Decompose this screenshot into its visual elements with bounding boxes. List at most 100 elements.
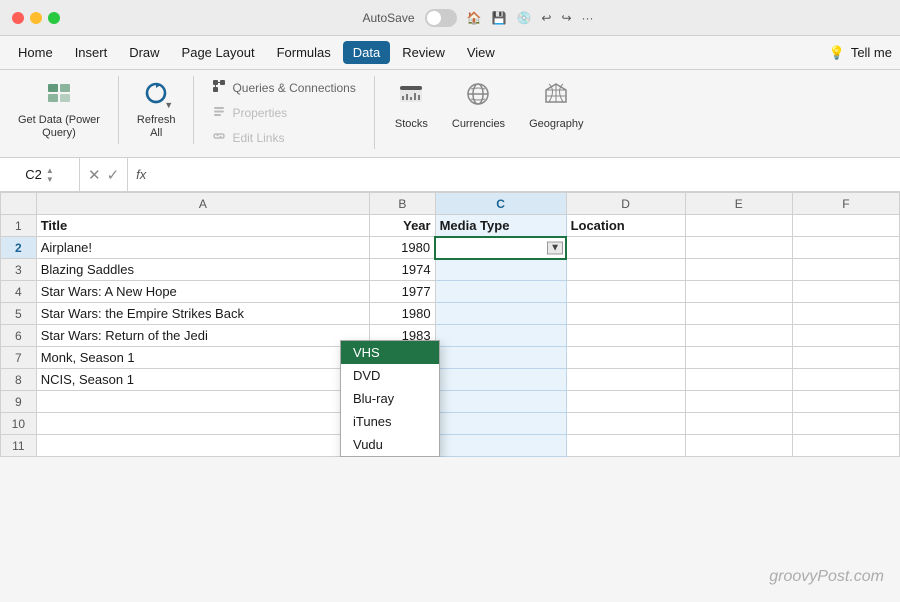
cell-e3[interactable]	[685, 259, 792, 281]
col-header-c[interactable]: C	[435, 193, 566, 215]
menu-home[interactable]: Home	[8, 41, 63, 64]
cell-a4[interactable]: Star Wars: A New Hope	[36, 281, 369, 303]
cell-b3[interactable]: 1974	[370, 259, 435, 281]
cell-e4[interactable]	[685, 281, 792, 303]
menu-data[interactable]: Data	[343, 41, 390, 64]
cell-d7[interactable]	[566, 347, 685, 369]
dropdown-item-dvd[interactable]: DVD	[341, 364, 439, 387]
cell-c11[interactable]	[435, 435, 566, 457]
close-button[interactable]	[12, 12, 24, 24]
undo-icon[interactable]: ↩	[541, 11, 551, 25]
menu-insert[interactable]: Insert	[65, 41, 118, 64]
cell-f6[interactable]	[792, 325, 899, 347]
cell-a3[interactable]: Blazing Saddles	[36, 259, 369, 281]
cell-f4[interactable]	[792, 281, 899, 303]
cell-d1[interactable]: Location	[566, 215, 685, 237]
tell-me-label[interactable]: Tell me	[851, 45, 892, 60]
col-header-d[interactable]: D	[566, 193, 685, 215]
cell-a8[interactable]: NCIS, Season 1	[36, 369, 369, 391]
home-icon[interactable]: 🏠	[467, 11, 482, 25]
cell-f8[interactable]	[792, 369, 899, 391]
cell-a6[interactable]: Star Wars: Return of the Jedi	[36, 325, 369, 347]
menu-view[interactable]: View	[457, 41, 505, 64]
geography-button[interactable]: Geography	[521, 76, 591, 134]
cell-a1[interactable]: Title	[36, 215, 369, 237]
cell-d9[interactable]	[566, 391, 685, 413]
menu-pagelayout[interactable]: Page Layout	[172, 41, 265, 64]
cell-b4[interactable]: 1977	[370, 281, 435, 303]
confirm-formula-icon[interactable]: ✓	[107, 166, 120, 184]
cell-e11[interactable]	[685, 435, 792, 457]
autosave-toggle[interactable]	[425, 9, 457, 27]
menu-draw[interactable]: Draw	[119, 41, 169, 64]
cell-f9[interactable]	[792, 391, 899, 413]
cell-reference[interactable]: C2 ▲ ▼	[0, 158, 80, 191]
save2-icon[interactable]: 💿	[516, 11, 531, 25]
dropdown-item-vhs[interactable]: VHS	[341, 341, 439, 364]
cancel-formula-icon[interactable]: ✕	[88, 166, 101, 184]
cell-a11[interactable]	[36, 435, 369, 457]
minimize-button[interactable]	[30, 12, 42, 24]
cell-c4[interactable]	[435, 281, 566, 303]
cell-c10[interactable]	[435, 413, 566, 435]
redo-icon[interactable]: ↪	[561, 11, 571, 25]
dropdown-item-bluray[interactable]: Blu-ray	[341, 387, 439, 410]
dropdown-item-itunes[interactable]: iTunes	[341, 410, 439, 433]
cell-d8[interactable]	[566, 369, 685, 391]
cell-f5[interactable]	[792, 303, 899, 325]
cell-d2[interactable]	[566, 237, 685, 259]
more-icon[interactable]: ···	[582, 11, 594, 25]
currencies-button[interactable]: Currencies	[444, 76, 513, 134]
cell-d11[interactable]	[566, 435, 685, 457]
cell-a2[interactable]: Airplane!	[36, 237, 369, 259]
cell-f7[interactable]	[792, 347, 899, 369]
cell-f1[interactable]	[792, 215, 899, 237]
dropdown-item-vudu[interactable]: Vudu	[341, 433, 439, 456]
cell-a9[interactable]	[36, 391, 369, 413]
cell-c9[interactable]	[435, 391, 566, 413]
col-header-b[interactable]: B	[370, 193, 435, 215]
menu-formulas[interactable]: Formulas	[267, 41, 341, 64]
cell-a5[interactable]: Star Wars: the Empire Strikes Back	[36, 303, 369, 325]
cell-f2[interactable]	[792, 237, 899, 259]
cell-d6[interactable]	[566, 325, 685, 347]
menu-review[interactable]: Review	[392, 41, 455, 64]
cell-d10[interactable]	[566, 413, 685, 435]
cell-e10[interactable]	[685, 413, 792, 435]
cell-dropdown-menu[interactable]: VHS DVD Blu-ray iTunes Vudu	[340, 340, 440, 457]
cell-f11[interactable]	[792, 435, 899, 457]
stocks-button[interactable]: Stocks	[387, 76, 436, 134]
col-header-a[interactable]: A	[36, 193, 369, 215]
cell-f3[interactable]	[792, 259, 899, 281]
cell-e7[interactable]	[685, 347, 792, 369]
cell-c3[interactable]	[435, 259, 566, 281]
cell-c6[interactable]	[435, 325, 566, 347]
cell-ref-arrows[interactable]: ▲ ▼	[46, 166, 54, 184]
properties-button[interactable]: Properties	[206, 101, 293, 124]
cell-e9[interactable]	[685, 391, 792, 413]
cell-d3[interactable]	[566, 259, 685, 281]
cell-e6[interactable]	[685, 325, 792, 347]
cell-c2[interactable]: ▼	[435, 237, 566, 259]
col-header-f[interactable]: F	[792, 193, 899, 215]
getdata-button[interactable]: Get Data (PowerQuery)	[12, 76, 106, 144]
cell-c5[interactable]	[435, 303, 566, 325]
cell-c1[interactable]: Media Type	[435, 215, 566, 237]
cell-b5[interactable]: 1980	[370, 303, 435, 325]
cell-e2[interactable]	[685, 237, 792, 259]
maximize-button[interactable]	[48, 12, 60, 24]
cell-d4[interactable]	[566, 281, 685, 303]
cell-b2[interactable]: 1980	[370, 237, 435, 259]
cell-a7[interactable]: Monk, Season 1	[36, 347, 369, 369]
cell-a10[interactable]	[36, 413, 369, 435]
refresh-all-button[interactable]: ▼ RefreshAll	[131, 76, 182, 144]
cell-c8[interactable]	[435, 369, 566, 391]
col-header-e[interactable]: E	[685, 193, 792, 215]
cell-d5[interactable]	[566, 303, 685, 325]
cell-e1[interactable]	[685, 215, 792, 237]
editlinks-button[interactable]: Edit Links	[206, 126, 290, 149]
save-icon[interactable]: 💾	[491, 11, 506, 25]
cell-e5[interactable]	[685, 303, 792, 325]
queries-connections-button[interactable]: Queries & Connections	[206, 76, 361, 99]
dropdown-arrow-c2[interactable]: ▼	[547, 241, 563, 254]
